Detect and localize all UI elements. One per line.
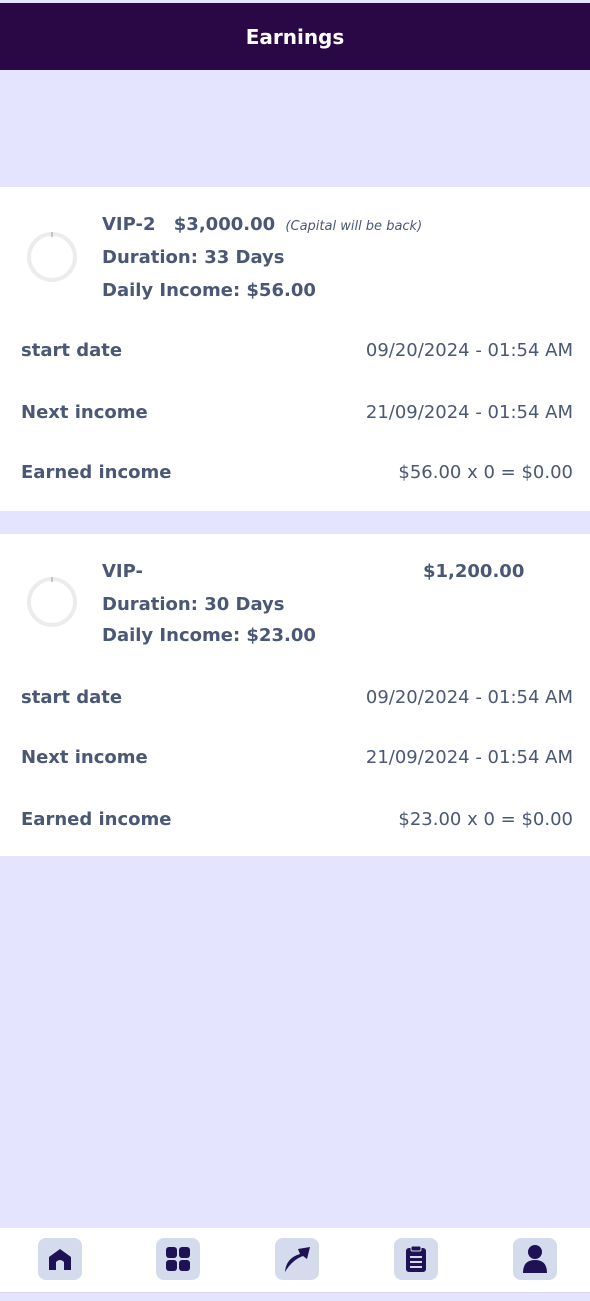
home-icon (49, 1249, 71, 1270)
page-title: Earnings (245, 24, 345, 49)
user-icon (523, 1245, 547, 1273)
earned-income-label: Earned income (21, 809, 172, 830)
next-income-value: 21/09/2024 - 01:54 AM (365, 402, 573, 423)
plan-duration: Duration: 30 Days (102, 594, 285, 615)
plan-daily-income: Daily Income: $23.00 (102, 625, 316, 646)
plan-note: (Capital will be back) (285, 219, 423, 234)
next-income-value: 21/09/2024 - 01:54 AM (365, 747, 573, 768)
plan-daily-income: Daily Income: $56.00 (102, 280, 316, 301)
plan-card: VIP-2 $3,000.00 (Capital will be back) D… (0, 187, 590, 511)
plan-card: VIP- $1,200.00 Duration: 30 Days Daily I… (0, 534, 590, 856)
plan-name: VIP- (102, 561, 143, 582)
start-date-value: 09/20/2024 - 01:54 AM (365, 340, 573, 361)
nav-share-button[interactable] (275, 1238, 319, 1280)
earned-income-value: $23.00 x 0 = $0.00 (398, 809, 573, 830)
start-date-label: start date (21, 687, 123, 708)
progress-ring-icon (27, 577, 77, 627)
nav-profile-button[interactable] (513, 1238, 557, 1280)
grid-icon (166, 1247, 190, 1271)
nav-clipboard-button[interactable] (394, 1238, 438, 1280)
clipboard-icon (406, 1245, 426, 1272)
share-arrow-icon (285, 1247, 310, 1272)
progress-ring-icon (27, 232, 77, 282)
plan-heading: VIP-2 $3,000.00 (Capital will be back) (102, 214, 422, 235)
start-date-label: start date (21, 340, 123, 361)
nav-grid-button[interactable] (156, 1238, 200, 1280)
plan-amount: $1,200.00 (423, 561, 525, 582)
plan-amount: $3,000.00 (173, 214, 276, 235)
nav-home-button[interactable] (38, 1238, 82, 1280)
header-bar: Earnings (0, 3, 590, 70)
earned-income-value: $56.00 x 0 = $0.00 (398, 462, 573, 483)
plan-name: VIP-2 (102, 214, 156, 235)
plan-duration: Duration: 33 Days (102, 247, 285, 268)
next-income-label: Next income (21, 747, 148, 768)
start-date-value: 09/20/2024 - 01:54 AM (365, 687, 573, 708)
next-income-label: Next income (21, 402, 148, 423)
bottom-nav (0, 1228, 590, 1293)
earned-income-label: Earned income (21, 462, 172, 483)
